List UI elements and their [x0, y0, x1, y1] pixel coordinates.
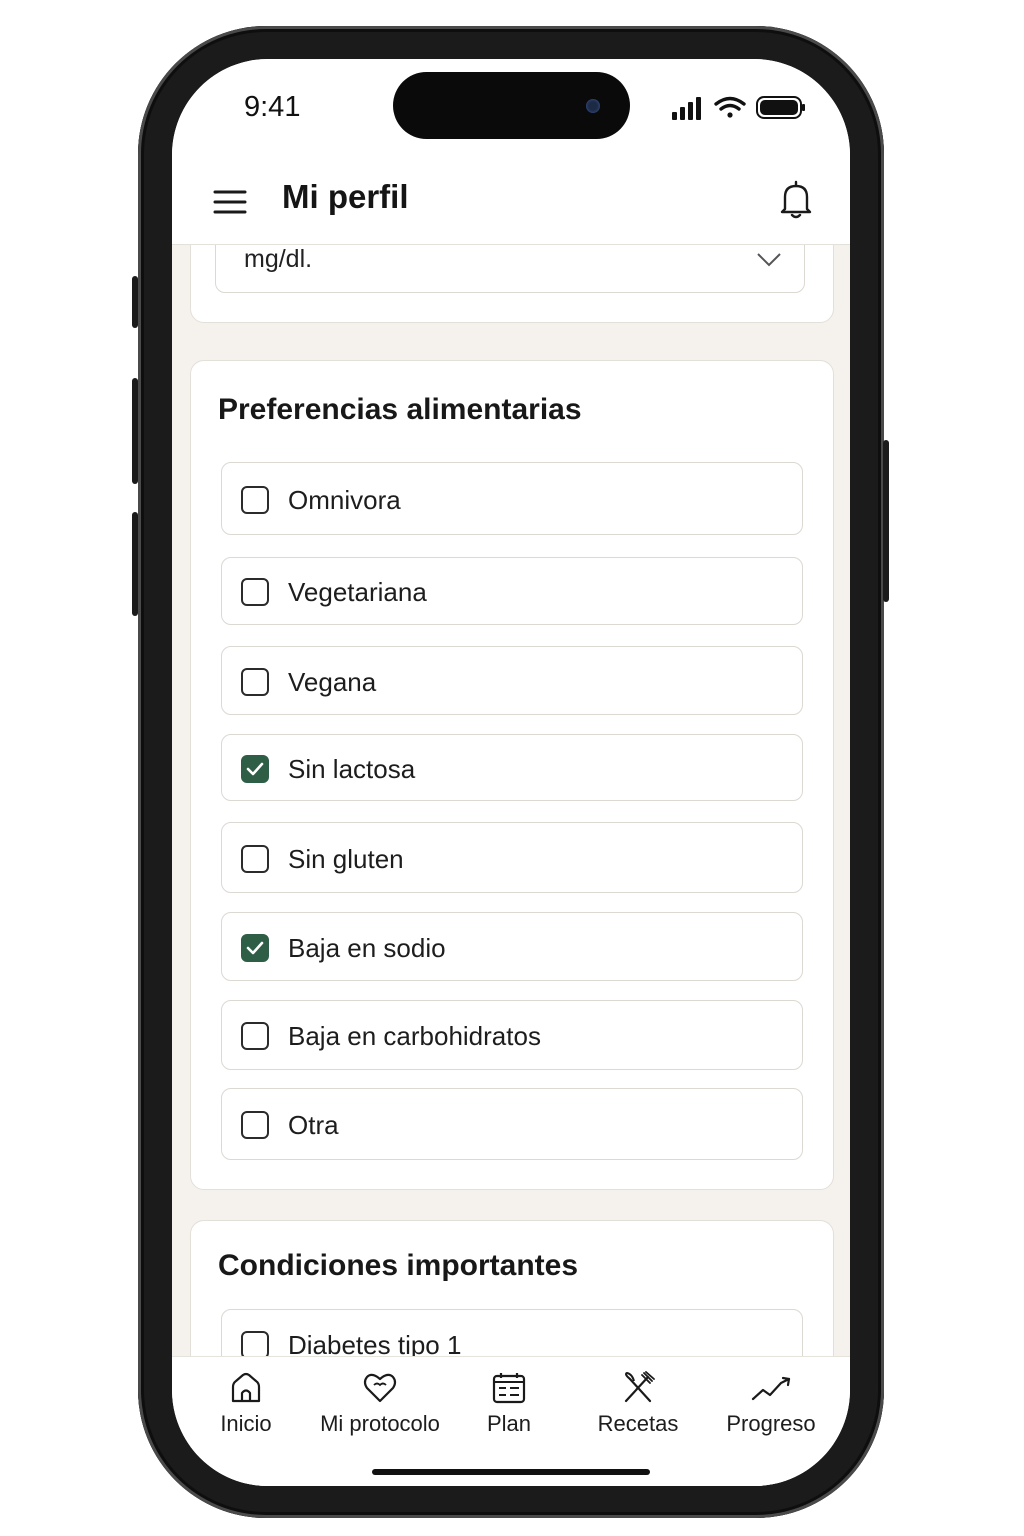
app-header: Mi perfil: [172, 164, 850, 245]
status-indicators: [672, 96, 805, 120]
checkbox-checked[interactable]: [241, 934, 269, 962]
food-preferences-title: Preferencias alimentarias: [218, 393, 582, 426]
heart-icon: [363, 1373, 397, 1403]
page-title: Mi perfil: [282, 178, 409, 215]
checkbox[interactable]: [241, 486, 269, 514]
option-label: Baja en carbohidratos: [288, 1021, 541, 1051]
wifi-icon: [714, 96, 746, 118]
phone-screen: mg/dl. Preferencias alimentarias Omnivor…: [172, 59, 850, 1486]
option-vegetariana[interactable]: Vegetariana: [221, 557, 803, 625]
checkbox[interactable]: [241, 668, 269, 696]
checkbox[interactable]: [241, 845, 269, 873]
option-label: Baja en sodio: [288, 933, 446, 963]
nav-label-recetas: Recetas: [597, 1411, 679, 1436]
option-vegana[interactable]: Vegana: [221, 646, 803, 715]
nav-label-plan: Plan: [486, 1411, 532, 1436]
option-baja-en-sodio[interactable]: Baja en sodio: [221, 912, 803, 981]
checkbox[interactable]: [241, 1331, 269, 1359]
option-sin-lactosa[interactable]: Sin lactosa: [221, 734, 803, 801]
nav-item-inicio[interactable]: Inicio: [210, 1371, 282, 1437]
option-label: Vegetariana: [288, 577, 427, 607]
volume-down-button: [132, 512, 138, 616]
nav-label-mi-protocolo: Mi protocolo: [320, 1411, 440, 1436]
dynamic-island: [393, 72, 630, 139]
calendar-list-icon: [492, 1373, 526, 1404]
option-omnivora[interactable]: Omnivora: [221, 462, 803, 535]
home-icon: [231, 1372, 261, 1403]
option-label: Sin lactosa: [288, 754, 416, 784]
bottom-navigation: Inicio Mi protocolo Plan Recetas Progres…: [172, 1356, 850, 1486]
checkbox[interactable]: [241, 1022, 269, 1050]
option-label: Omnivora: [288, 485, 401, 515]
nav-label-inicio: Inicio: [220, 1411, 272, 1436]
option-label: Otra: [288, 1110, 339, 1140]
glucose-unit-value: mg/dl.: [244, 245, 313, 273]
status-time: 9:41: [244, 91, 301, 123]
conditions-title: Condiciones importantes: [218, 1249, 579, 1282]
trend-icon: [751, 1376, 791, 1401]
volume-up-button: [132, 378, 138, 484]
option-sin-gluten[interactable]: Sin gluten: [221, 822, 803, 893]
checkbox[interactable]: [241, 1111, 269, 1139]
option-otra[interactable]: Otra: [221, 1088, 803, 1160]
nav-item-recetas[interactable]: Recetas: [590, 1371, 686, 1437]
checkbox-checked[interactable]: [241, 755, 269, 783]
power-button: [883, 440, 889, 602]
home-indicator: [372, 1469, 650, 1475]
utensils-icon: [624, 1371, 655, 1403]
chevron-down-icon: [757, 253, 781, 267]
nav-item-progreso[interactable]: Progreso: [722, 1371, 820, 1437]
silent-switch: [132, 276, 138, 328]
option-label: Vegana: [288, 667, 377, 697]
menu-icon[interactable]: [212, 184, 248, 220]
food-preferences-card: Preferencias alimentarias Omnivora Vegeta…: [190, 360, 834, 1190]
nav-item-plan[interactable]: Plan: [474, 1371, 544, 1437]
option-label: Sin gluten: [288, 844, 404, 874]
option-baja-en-carbohidratos[interactable]: Baja en carbohidratos: [221, 1000, 803, 1070]
profile-content: mg/dl. Preferencias alimentarias Omnivor…: [172, 59, 850, 1486]
signal-icon: [672, 97, 701, 120]
bell-icon[interactable]: [778, 180, 814, 220]
checkbox[interactable]: [241, 578, 269, 606]
front-camera: [586, 99, 600, 113]
nav-item-mi-protocolo[interactable]: Mi protocolo: [310, 1371, 450, 1437]
battery-icon: [756, 96, 805, 119]
nav-label-progreso: Progreso: [726, 1411, 816, 1436]
